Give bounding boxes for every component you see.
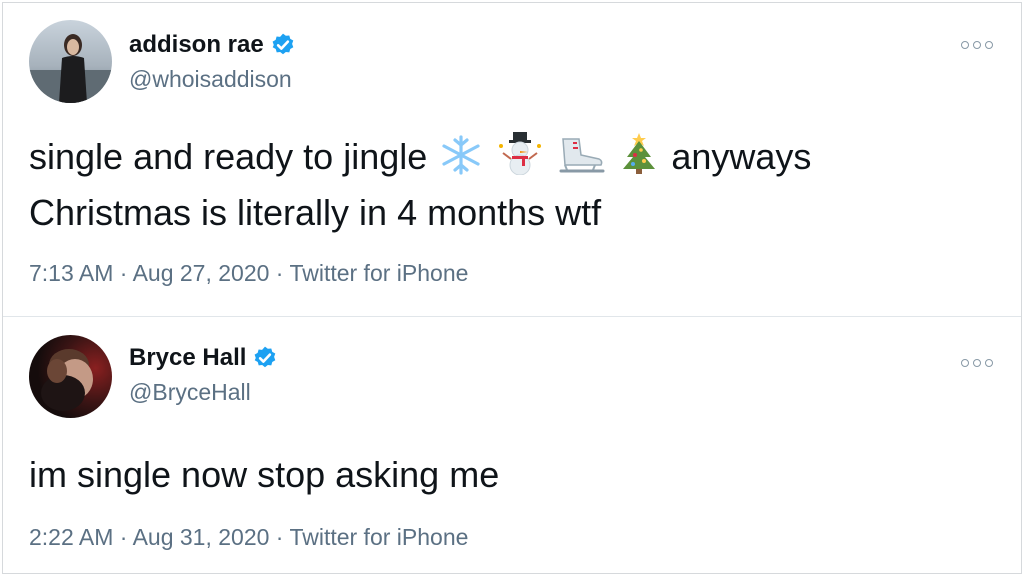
tweet-text-line2: Christmas is literally in 4 months wtf [29,192,601,233]
tweet-time[interactable]: 7:13 AM [29,260,113,286]
avatar-image [29,335,112,418]
verified-badge-icon [270,32,296,58]
tweet-date[interactable]: Aug 31, 2020 [133,524,270,550]
tweet-source[interactable]: Twitter for iPhone [289,524,468,550]
tweet-meta: 2:22 AM · Aug 31, 2020 · Twitter for iPh… [29,524,468,551]
avatar[interactable] [29,335,112,418]
meta-separator: · [113,524,132,550]
author-row: addison rae [129,31,296,59]
snowman-icon [497,131,543,188]
more-options-icon[interactable] [961,39,993,51]
tweet-text: single and ready to jingle [29,131,981,238]
tweet-text: im single now stop asking me [29,450,981,500]
meta-separator: · [269,524,289,550]
tweet-card: addison rae @whoisaddison single and rea… [3,3,1021,317]
meta-separator: · [113,260,132,286]
tweet-time[interactable]: 2:22 AM [29,524,113,550]
tweet-text-line1-start: single and ready to jingle [29,136,427,177]
author-name[interactable]: Bryce Hall [129,344,246,372]
avatar[interactable] [29,20,112,103]
tweet-date[interactable]: Aug 27, 2020 [133,260,270,286]
ice-skate-icon [557,135,605,188]
author-row: Bryce Hall [129,344,278,372]
author-handle[interactable]: @whoisaddison [129,66,292,93]
snowflake-icon [439,135,483,188]
tweet-text-line1-end: anyways [671,136,811,177]
christmas-tree-icon [619,131,659,188]
author-name[interactable]: addison rae [129,31,264,59]
tweet-card: Bryce Hall @BryceHall im single now stop… [3,317,1021,579]
meta-separator: · [269,260,289,286]
tweet-text-line1: im single now stop asking me [29,454,499,495]
avatar-image [29,20,112,103]
tweet-meta: 7:13 AM · Aug 27, 2020 · Twitter for iPh… [29,260,468,287]
author-handle[interactable]: @BryceHall [129,379,251,406]
verified-badge-icon [252,345,278,371]
screenshot-frame: addison rae @whoisaddison single and rea… [2,2,1022,574]
more-options-icon[interactable] [961,357,993,369]
tweet-source[interactable]: Twitter for iPhone [289,260,468,286]
